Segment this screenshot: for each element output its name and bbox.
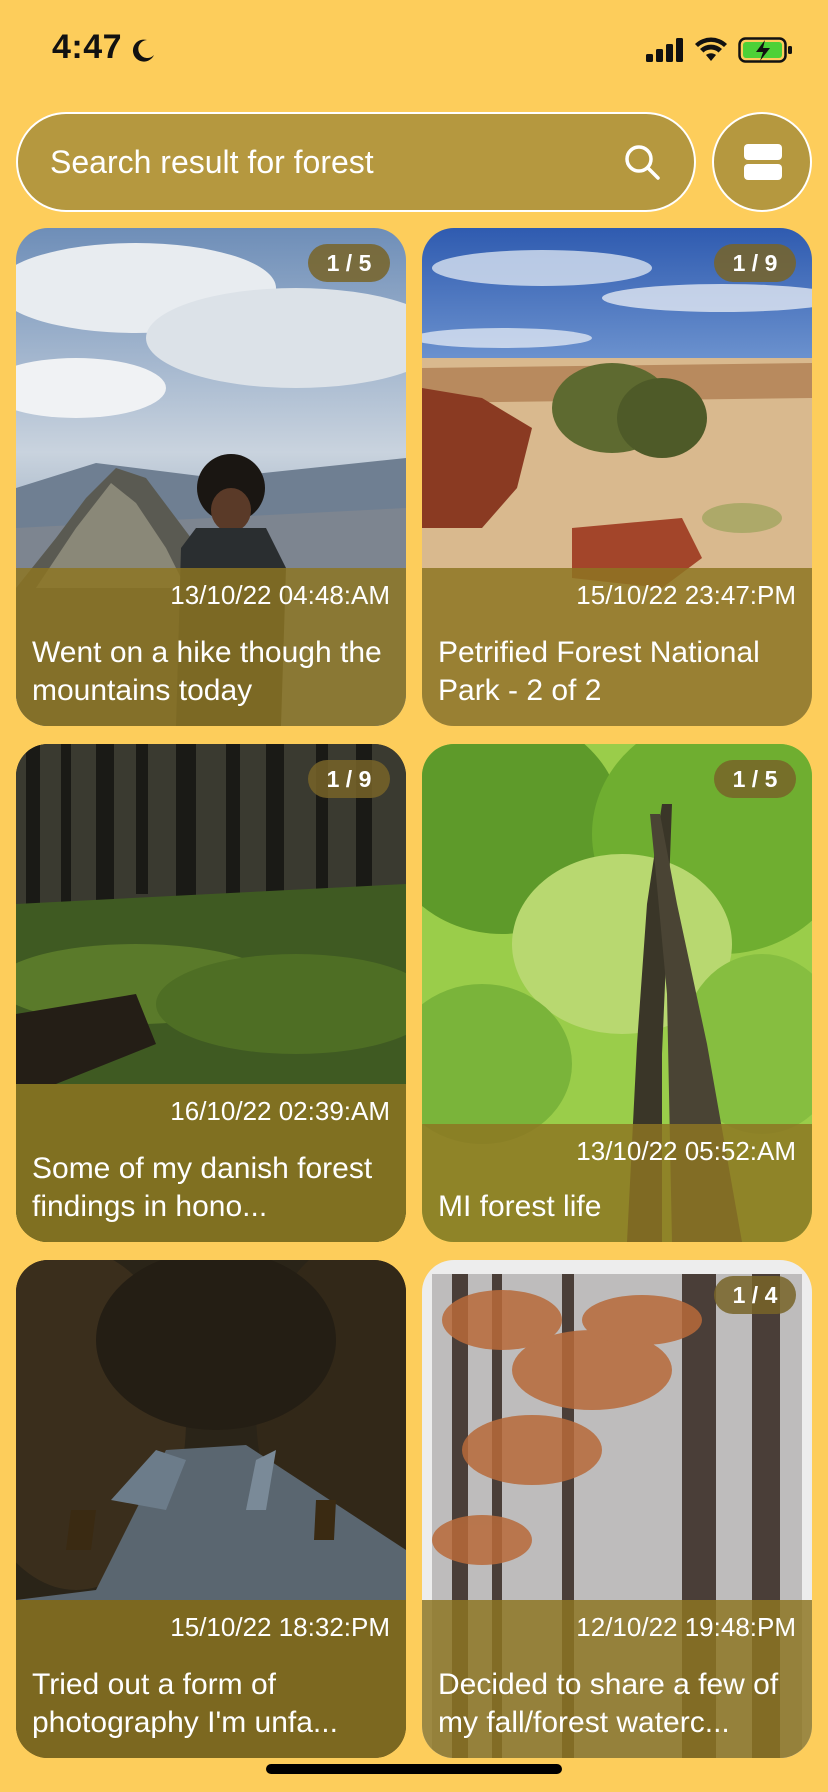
post-date: 15/10/22 23:47:PM — [576, 580, 796, 610]
post-date: 13/10/22 05:52:AM — [576, 1136, 796, 1166]
photo-count-badge: 1 / 9 — [714, 244, 796, 282]
post-card[interactable]: 1 / 9 16/10/22 02:39:AM Some of my danis… — [16, 744, 406, 1242]
layout-toggle-button[interactable] — [712, 112, 812, 212]
photo-count-badge: 1 / 5 — [308, 244, 390, 282]
post-date: 12/10/22 19:48:PM — [576, 1612, 796, 1642]
post-date: 13/10/22 04:48:AM — [170, 580, 390, 610]
post-date: 15/10/22 18:32:PM — [170, 1612, 390, 1642]
post-info-overlay: 13/10/22 04:48:AM Went on a hike though … — [16, 568, 406, 726]
post-caption: Some of my danish forest findings in hon… — [32, 1152, 373, 1223]
search-input[interactable]: Search result for forest — [16, 112, 696, 212]
home-indicator[interactable] — [266, 1764, 562, 1774]
post-card[interactable]: 1 / 4 12/10/22 19:48:PM Decided to share… — [422, 1260, 812, 1758]
post-caption: MI forest life — [438, 1190, 602, 1223]
post-card[interactable]: 1 / 9 15/10/22 23:47:PM Petrified Forest… — [422, 228, 812, 726]
post-card[interactable]: 1 / 5 13/10/22 05:52:AM MI forest life — [422, 744, 812, 1242]
status-icons — [646, 34, 794, 66]
search-text[interactable]: Search result for forest — [50, 144, 374, 181]
photo-count-badge: 1 / 9 — [308, 760, 390, 798]
post-caption: Petrified Forest National Park - 2 of 2 — [438, 636, 760, 707]
battery-charging-icon — [738, 37, 792, 63]
status-bar: 4:47 — [0, 0, 828, 100]
post-caption: Decided to share a few of my fall/forest… — [438, 1668, 779, 1739]
post-info-overlay: 13/10/22 05:52:AM MI forest life — [422, 1124, 812, 1242]
search-icon[interactable] — [622, 142, 662, 182]
post-caption: Tried out a form of photography I'm unfa… — [32, 1668, 338, 1739]
post-info-overlay: 15/10/22 23:47:PM Petrified Forest Natio… — [422, 568, 812, 726]
post-info-overlay: 15/10/22 18:32:PM Tried out a form of ph… — [16, 1600, 406, 1758]
post-card[interactable]: 15/10/22 18:32:PM Tried out a form of ph… — [16, 1260, 406, 1758]
cellular-signal-icon — [646, 38, 683, 62]
photo-count-badge: 1 / 5 — [714, 760, 796, 798]
moon-icon — [132, 39, 154, 62]
status-time: 4:47 — [52, 28, 123, 66]
wifi-icon — [695, 37, 727, 61]
photo-count-badge: 1 / 4 — [714, 1276, 796, 1314]
post-info-overlay: 12/10/22 19:48:PM Decided to share a few… — [422, 1600, 812, 1758]
post-caption: Went on a hike though the mountains toda… — [32, 636, 382, 707]
post-date: 16/10/22 02:39:AM — [170, 1096, 390, 1126]
post-info-overlay: 16/10/22 02:39:AM Some of my danish fore… — [16, 1084, 406, 1242]
post-card[interactable]: 1 / 5 13/10/22 04:48:AM Went on a hike t… — [16, 228, 406, 726]
